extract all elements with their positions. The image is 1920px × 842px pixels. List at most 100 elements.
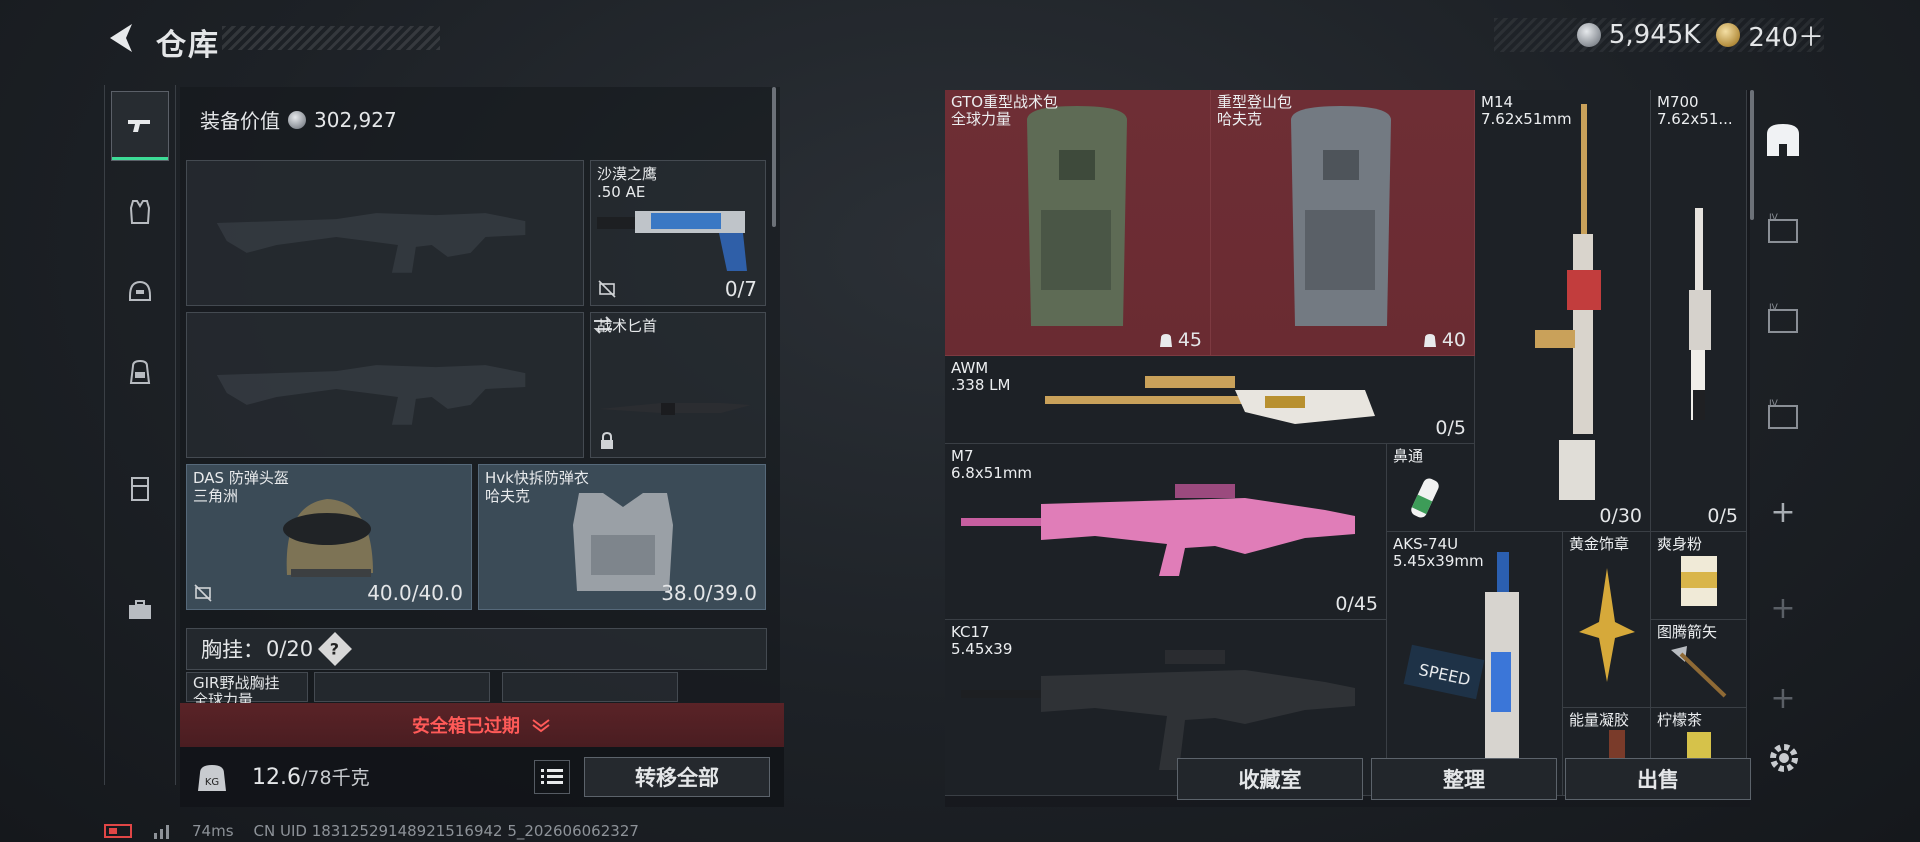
helmet-icon: [129, 280, 151, 301]
armor-slot[interactable]: Hvk快拆防弹衣 哈夫克 38.0/39.0: [478, 464, 766, 610]
sidearm-slot[interactable]: 沙漠之鹰 .50 AE 0/7: [590, 160, 766, 306]
collection-room-button[interactable]: 收藏室: [1177, 758, 1363, 800]
chest-rig-value: 0/20: [266, 637, 314, 661]
storage-page-tab-3[interactable]: IV: [1758, 290, 1808, 350]
item-ammo-count: 0/45: [1335, 593, 1378, 615]
gold-coin-icon: [1716, 23, 1741, 47]
case-icon: [131, 477, 149, 501]
rifle-silhouette-icon: [216, 365, 526, 425]
container-icon: IV: [1768, 213, 1798, 243]
storage-item-awm[interactable]: AWM .338 LM 0/5: [945, 356, 1475, 444]
carry-weight: 12.6/78千克: [252, 763, 370, 790]
sort-button[interactable]: 整理: [1371, 758, 1557, 800]
primary-weapon-slot[interactable]: [186, 160, 584, 306]
silver-amount: 5,945K: [1608, 20, 1701, 50]
storage-item-heavy-backpack[interactable]: 重型登山包 哈夫克 40: [1211, 90, 1475, 356]
pistol-icon: [128, 120, 150, 132]
emblem-image: [1579, 568, 1635, 682]
help-icon[interactable]: ?: [318, 632, 353, 666]
plus-icon: +: [1770, 680, 1796, 716]
nav-chest-rig[interactable]: [111, 177, 169, 247]
storage-page-home-tab[interactable]: [1758, 110, 1808, 170]
backpack-image: [1027, 106, 1127, 326]
capacity-icon: [1159, 334, 1172, 347]
transfer-all-button[interactable]: 转移全部: [584, 757, 770, 797]
back-button[interactable]: [104, 20, 140, 56]
item-name: 柠檬茶: [1657, 711, 1703, 729]
equipment-value: 装备价值 302,927: [200, 105, 397, 134]
gear-icon[interactable]: [1766, 740, 1802, 776]
sidearm-name: 沙漠之鹰 .50 AE: [597, 165, 658, 201]
secondary-weapon-slot[interactable]: [186, 312, 584, 458]
item-ammo-count: 0/5: [1707, 505, 1738, 527]
item-name: 鼻通: [1393, 447, 1424, 465]
container-icon: IV: [1768, 303, 1798, 333]
silver-currency[interactable]: 5,945K: [1576, 20, 1701, 50]
gold-currency[interactable]: 240＋: [1716, 17, 1824, 54]
sniper-rifle-image: [1045, 376, 1375, 424]
item-capacity: 40: [1422, 329, 1466, 351]
signal-icon: [154, 825, 169, 839]
storage-item-nasal-inhaler[interactable]: 鼻通: [1387, 444, 1475, 532]
rifle-image: [1689, 208, 1711, 420]
storage-item-totem-arrow[interactable]: 图腾箭矢: [1651, 620, 1747, 708]
battery-icon: [104, 824, 132, 838]
item-capacity: 45: [1158, 329, 1202, 351]
nav-weapons[interactable]: [111, 91, 169, 161]
safe-box-expired-banner[interactable]: 安全箱已过期: [180, 703, 784, 747]
no-ammo-icon: [598, 280, 616, 298]
chest-rig-capacity: 胸挂： 0/20 ?: [186, 628, 767, 670]
item-ammo-count: 0/30: [1599, 505, 1642, 527]
sell-button[interactable]: 出售: [1565, 758, 1751, 800]
backpack-image: [1291, 106, 1391, 326]
nav-container[interactable]: [111, 453, 169, 523]
list-view-button[interactable]: [534, 760, 570, 794]
equipment-value-amount: 302,927: [314, 107, 397, 132]
melee-slot[interactable]: 战术匕首: [590, 312, 766, 458]
chest-rig-slot[interactable]: [314, 672, 490, 702]
storage-scrollbar[interactable]: [1750, 90, 1754, 220]
page-title: 仓库: [156, 28, 220, 63]
svg-text:KG: KG: [205, 777, 219, 788]
nav-briefcase[interactable]: [111, 575, 169, 645]
chest-rig-slot[interactable]: GIR野战胸挂 全球力量: [186, 672, 308, 703]
storage-item-m700[interactable]: M700 7.62x51... 0/5: [1651, 90, 1747, 532]
storage-item-gto-backpack[interactable]: GTO重型战术包 全球力量 45: [945, 90, 1211, 356]
title-decoration: [222, 26, 440, 50]
storage-item-m7[interactable]: M7 6.8x51mm 0/45: [945, 444, 1387, 620]
container-icon: IV: [1768, 399, 1798, 429]
category-sidebar: [104, 85, 176, 785]
storage-item-golden-emblem[interactable]: 黄金饰章: [1563, 532, 1651, 708]
storage-page-tab-4[interactable]: IV: [1758, 386, 1808, 446]
item-name: 黄金饰章: [1569, 535, 1630, 553]
helmet-name: DAS 防弹头盔 三角洲: [193, 469, 289, 505]
helmet-slot[interactable]: DAS 防弹头盔 三角洲 40.0/40.0: [186, 464, 472, 610]
weight-kg-icon: KG: [198, 765, 226, 791]
item-name: M7 6.8x51mm: [951, 447, 1033, 482]
chest-rig-slot[interactable]: [502, 672, 678, 702]
equipment-value-label: 装备价值: [200, 109, 280, 133]
plus-icon: +: [1770, 494, 1796, 530]
back-arrow-icon: [110, 24, 132, 52]
locked-storage-page: +: [1758, 578, 1808, 638]
loadout-scrollbar[interactable]: [772, 87, 776, 227]
storage-page-tab-2[interactable]: IV: [1758, 200, 1808, 260]
armor-name: Hvk快拆防弹衣 哈夫克: [485, 469, 589, 505]
storage-item-talcum-powder[interactable]: 爽身粉: [1651, 532, 1747, 620]
nav-helmet[interactable]: [111, 257, 169, 327]
melee-name: 战术匕首: [597, 317, 658, 335]
storage-item-m14[interactable]: M14 7.62x51mm 0/30: [1475, 90, 1651, 532]
svg-text:IV: IV: [1769, 213, 1779, 223]
item-name: 重型登山包 哈夫克: [1217, 93, 1293, 128]
list-icon: [541, 769, 563, 784]
backpack-icon: [129, 359, 151, 384]
svg-text:IV: IV: [1769, 399, 1779, 409]
storage-actions: 收藏室 整理 出售: [945, 755, 1751, 807]
nav-backpack[interactable]: [111, 337, 169, 407]
currency-bar: 5,945K 240＋: [1576, 17, 1824, 54]
armor-durability: 38.0/39.0: [661, 581, 757, 605]
ping-value: 74ms: [192, 822, 234, 840]
add-storage-page-button[interactable]: +: [1758, 482, 1808, 542]
capacity-icon: [1423, 334, 1436, 347]
carry-weight-value: 12.6: [252, 765, 301, 790]
